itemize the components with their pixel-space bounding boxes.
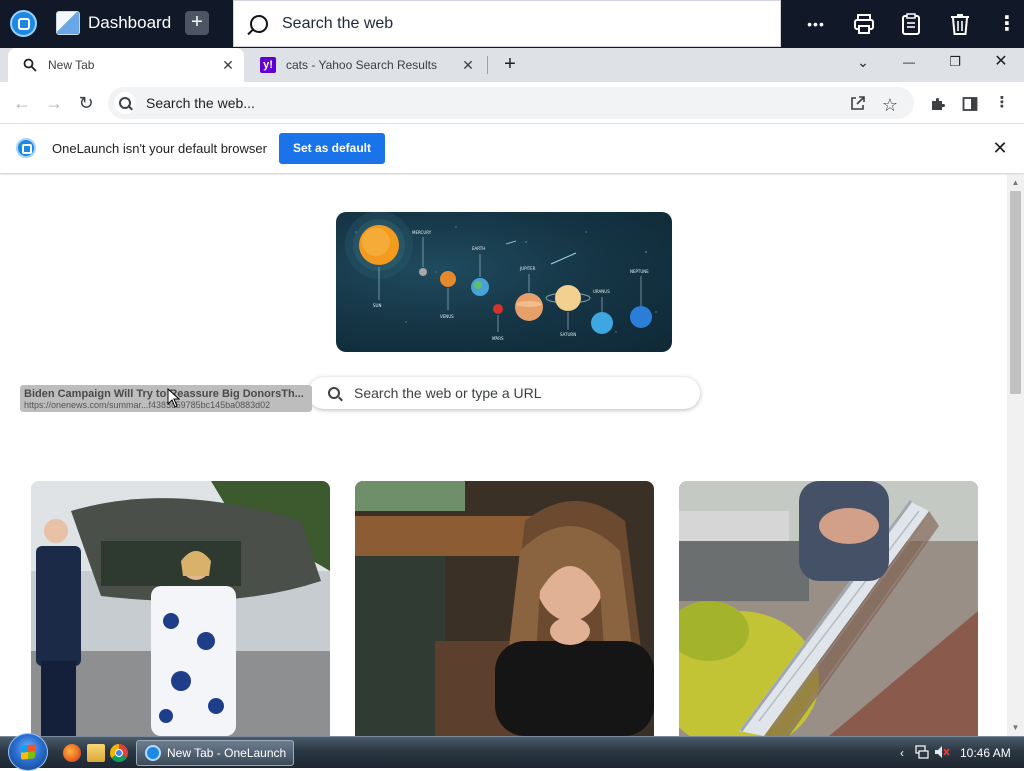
browser-toolbar: ← → ↻ Search the web... ☆ ⋮ bbox=[0, 82, 1024, 124]
solar-system-banner[interactable]: SUN MERCURY VENUS EARTH MARS JUPITER SAT… bbox=[336, 212, 672, 352]
chrome-icon[interactable] bbox=[110, 744, 128, 762]
volume-muted-icon[interactable] bbox=[934, 745, 950, 761]
page-search-field[interactable]: Search the web or type a URL bbox=[308, 377, 700, 409]
dashboard-button[interactable]: Dashboard bbox=[50, 5, 176, 41]
news-card[interactable] bbox=[31, 481, 330, 736]
trash-icon[interactable] bbox=[946, 10, 974, 38]
new-tab-button[interactable]: + bbox=[498, 52, 522, 76]
set-as-default-button[interactable]: Set as default bbox=[279, 133, 385, 164]
browser-menu-icon[interactable]: ⋮ bbox=[990, 92, 1014, 116]
onelaunch-search-placeholder: Search the web bbox=[282, 14, 394, 32]
planet-label-saturn: SATURN bbox=[560, 332, 576, 337]
close-window-button[interactable]: ✕ bbox=[978, 48, 1024, 76]
search-icon bbox=[328, 387, 340, 399]
network-icon[interactable] bbox=[914, 745, 930, 761]
yahoo-favicon-icon: y! bbox=[260, 57, 276, 73]
close-tab-icon[interactable]: ✕ bbox=[460, 57, 476, 73]
system-clock[interactable]: 10:46 AM bbox=[960, 746, 1011, 760]
side-panel-icon[interactable] bbox=[958, 92, 982, 116]
page-search-placeholder: Search the web or type a URL bbox=[354, 385, 542, 401]
tab-title: cats - Yahoo Search Results bbox=[286, 58, 437, 72]
search-icon bbox=[250, 14, 268, 33]
tooltip-url: https://onenews.com/summar...f4383c59785… bbox=[24, 400, 271, 410]
news-link-tooltip: Biden Campaign Will Try to Reassure Big … bbox=[20, 385, 312, 412]
restore-button[interactable]: ❐ bbox=[932, 48, 978, 76]
onelaunch-logo-icon[interactable] bbox=[10, 10, 37, 37]
news-card-image bbox=[355, 481, 654, 736]
planet-label-mars: MARS bbox=[492, 336, 504, 341]
scroll-down-arrow-icon[interactable]: ▼ bbox=[1011, 723, 1020, 732]
onelaunch-logo-icon bbox=[16, 138, 36, 158]
clipboard-icon[interactable] bbox=[897, 10, 925, 38]
firefox-icon[interactable] bbox=[63, 744, 81, 762]
scroll-up-arrow-icon[interactable]: ▲ bbox=[1011, 178, 1020, 187]
tab-title: New Tab bbox=[48, 58, 95, 72]
taskbar-window-onelaunch[interactable]: New Tab - OneLaunch bbox=[136, 740, 294, 766]
onelaunch-menu-icon[interactable]: ⋮ bbox=[993, 10, 1021, 38]
tab-search-chevron-icon[interactable]: ⌄ bbox=[840, 48, 886, 76]
planet-label-mercury: MERCURY bbox=[412, 230, 432, 235]
planet-label-earth: EARTH bbox=[472, 246, 485, 251]
search-icon bbox=[114, 92, 136, 114]
dashboard-label: Dashboard bbox=[88, 13, 172, 32]
extensions-puzzle-icon[interactable] bbox=[926, 92, 950, 116]
minimize-button[interactable]: — bbox=[886, 48, 932, 76]
mouse-cursor-icon bbox=[167, 388, 181, 408]
default-browser-infobar: OneLaunch isn't your default browser Set… bbox=[0, 124, 1024, 174]
file-explorer-icon[interactable] bbox=[87, 744, 105, 762]
dashboard-icon bbox=[56, 11, 80, 35]
planet-label-jupiter: JUPITER bbox=[519, 266, 536, 271]
windows-taskbar: New Tab - OneLaunch ‹ 10:46 AM bbox=[0, 733, 1024, 771]
tab-yahoo-search[interactable]: y! cats - Yahoo Search Results ✕ bbox=[246, 48, 486, 82]
taskbar-window-label: New Tab - OneLaunch bbox=[167, 746, 287, 760]
address-bar[interactable]: Search the web... ☆ bbox=[108, 87, 914, 119]
news-card[interactable] bbox=[355, 481, 654, 736]
news-card-image bbox=[31, 481, 330, 736]
vertical-scrollbar[interactable]: ▲ ▼ bbox=[1007, 175, 1024, 736]
planet-label-sun: SUN bbox=[373, 303, 381, 308]
infobar-message: OneLaunch isn't your default browser bbox=[52, 141, 267, 156]
more-options-icon[interactable]: ••• bbox=[802, 10, 830, 38]
reload-button[interactable]: ↻ bbox=[74, 92, 98, 116]
onelaunch-search-field[interactable]: Search the web bbox=[233, 0, 781, 47]
news-card[interactable] bbox=[679, 481, 978, 736]
close-infobar-icon[interactable]: ✕ bbox=[990, 138, 1010, 158]
tray-chevron-icon[interactable]: ‹ bbox=[894, 745, 910, 761]
planet-label-uranus: URANUS bbox=[593, 289, 610, 294]
add-app-button[interactable]: + bbox=[185, 11, 209, 35]
news-card-image bbox=[679, 481, 978, 736]
forward-button[interactable]: → bbox=[42, 92, 66, 116]
onelaunch-logo-icon bbox=[145, 745, 161, 761]
scrollbar-thumb[interactable] bbox=[1010, 191, 1021, 394]
bookmark-star-icon[interactable]: ☆ bbox=[880, 95, 900, 115]
search-icon bbox=[22, 57, 38, 73]
share-icon[interactable] bbox=[848, 95, 868, 115]
new-tab-page: SUN MERCURY VENUS EARTH MARS JUPITER SAT… bbox=[0, 175, 1024, 736]
onelaunch-bar: Dashboard + Search the web ••• ⋮ bbox=[0, 0, 1024, 48]
close-tab-icon[interactable]: ✕ bbox=[220, 57, 236, 73]
address-bar-placeholder: Search the web... bbox=[146, 95, 255, 111]
print-icon[interactable] bbox=[850, 10, 878, 38]
planet-label-venus: VENUS bbox=[440, 314, 454, 319]
tab-new-tab[interactable]: New Tab ✕ bbox=[8, 48, 244, 82]
tab-divider bbox=[487, 56, 488, 74]
back-button[interactable]: ← bbox=[10, 92, 34, 116]
planet-label-neptune: NEPTUNE bbox=[630, 269, 649, 274]
tooltip-title: Biden Campaign Will Try to Reassure Big … bbox=[24, 388, 304, 400]
start-button[interactable] bbox=[8, 733, 48, 771]
